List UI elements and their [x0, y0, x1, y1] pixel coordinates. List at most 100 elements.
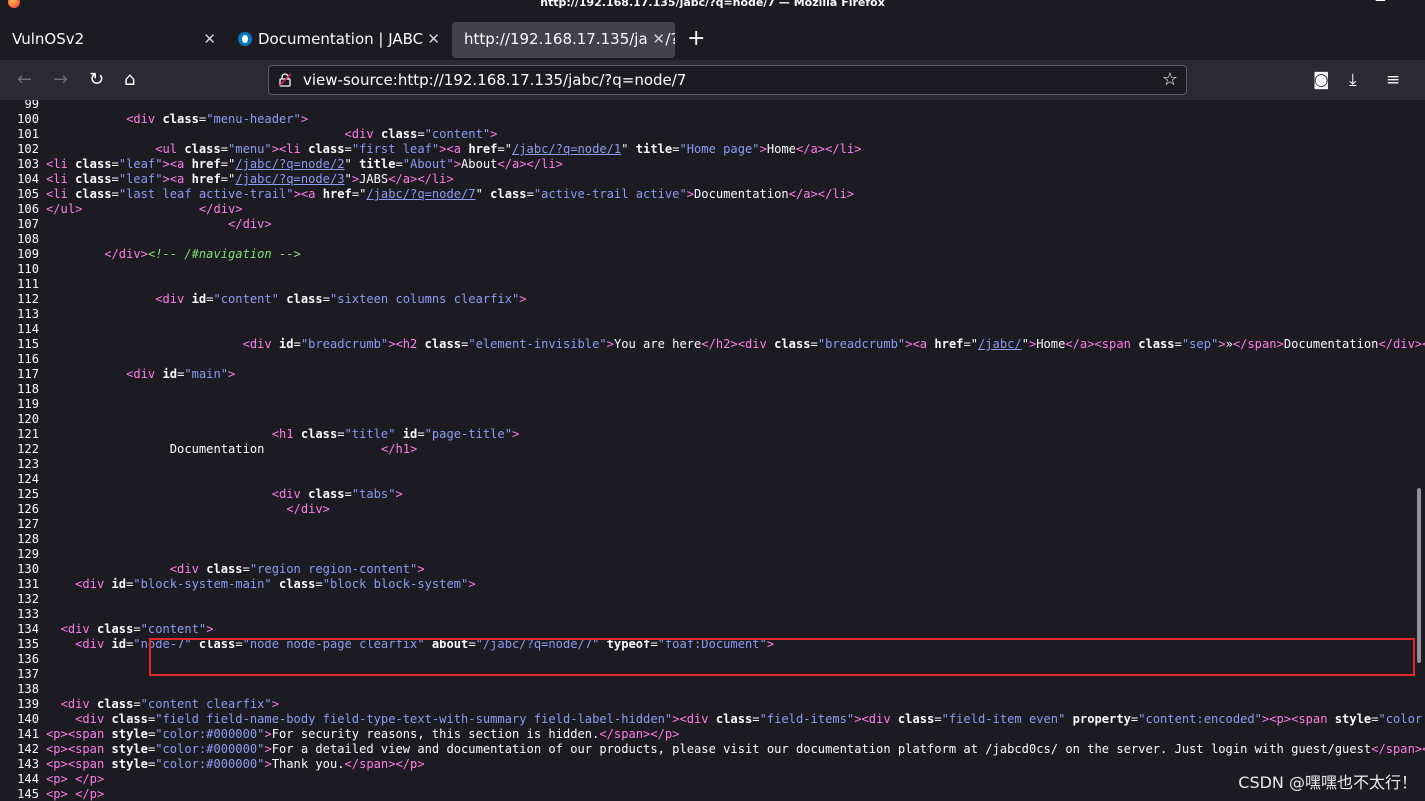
line-number: 142: [17, 742, 39, 756]
source-token: class: [96, 622, 134, 636]
source-token: </p>: [75, 787, 105, 801]
source-token: =: [395, 157, 403, 171]
source-token: <div: [126, 112, 156, 126]
source-token: <p><span: [46, 742, 105, 756]
source-token: For security reasons, this section is hi…: [271, 727, 600, 741]
line-number: 130: [17, 562, 39, 576]
source-line: 124: [0, 472, 46, 487]
source-token: ><a: [905, 337, 928, 351]
source-token: =": [351, 187, 367, 201]
tab-view-source[interactable]: http://192.168.17.135/jabc/?q ✕: [452, 22, 675, 58]
new-tab-button[interactable]: +: [687, 24, 705, 54]
source-token: =: [417, 127, 425, 141]
source-token: "last leaf active-trail": [118, 187, 294, 201]
source-line: 114: [0, 322, 46, 337]
source-token: </div>: [198, 202, 243, 216]
source-token: =: [322, 292, 330, 306]
source-token: style: [111, 742, 148, 756]
source-token: [90, 697, 97, 711]
source-line: 134 <div class="content">: [0, 622, 213, 637]
source-line: 132: [0, 592, 46, 607]
source-token: ": [1021, 337, 1029, 351]
source-token: </a></li>: [795, 142, 862, 156]
source-token: ><div: [672, 712, 709, 726]
line-number: 133: [17, 607, 39, 621]
source-token: [104, 757, 111, 771]
downloads-icon[interactable]: ⤓: [1349, 68, 1357, 92]
forward-button[interactable]: →: [53, 68, 68, 92]
line-number: 99: [24, 100, 39, 111]
source-token: "content": [213, 292, 279, 306]
home-button[interactable]: ⌂: [124, 68, 135, 92]
source-line: 110: [0, 262, 46, 277]
source-line: 103 <li class="leaf"><a href="/jabc/?q=no…: [0, 157, 563, 172]
source-token: class: [184, 142, 221, 156]
source-token: [46, 337, 243, 351]
source-line: 138: [0, 682, 46, 697]
bookmark-star-icon[interactable]: ☆: [1162, 69, 1178, 90]
source-link[interactable]: /jabc/?q=node/7: [366, 187, 475, 201]
source-token: <p>: [46, 772, 68, 786]
url-bar[interactable]: view-source:http://192.168.17.135/jabc/?…: [268, 65, 1187, 95]
source-token: "content": [140, 622, 207, 636]
source-token: =: [111, 187, 119, 201]
source-line: 123: [0, 457, 46, 472]
close-tab-icon[interactable]: ✕: [427, 20, 440, 58]
reload-button[interactable]: ↻: [89, 68, 104, 92]
line-number: 106: [17, 202, 39, 216]
source-link[interactable]: /jabc/?q=node/3: [235, 172, 344, 186]
source-token: =: [752, 712, 760, 726]
source-token: "breadcrumb": [300, 337, 389, 351]
close-tab-icon[interactable]: ✕: [203, 20, 216, 58]
source-token: <h1: [271, 427, 294, 441]
source-token: <li: [46, 187, 68, 201]
source-token: "title": [344, 427, 396, 441]
source-token: class: [424, 337, 462, 351]
source-token: >: [759, 142, 767, 156]
source-token: "breadcrumb": [817, 337, 906, 351]
view-source-content[interactable]: 99 100 <div class="menu-header"> 101 <div …: [0, 100, 1425, 801]
tab-documentation-jabc[interactable]: Documentation | JABC ✕: [226, 20, 450, 60]
source-token: [46, 112, 126, 126]
source-token: =: [344, 487, 352, 501]
source-line: 116: [0, 352, 46, 367]
source-token: >: [1218, 337, 1226, 351]
source-token: style: [111, 757, 148, 771]
vertical-scrollbar[interactable]: [1417, 488, 1421, 663]
source-line: 136: [0, 652, 46, 667]
source-link[interactable]: /jabc/?q=node/1: [512, 142, 621, 156]
source-token: [315, 187, 322, 201]
menu-hamburger-icon[interactable]: ≡: [1386, 68, 1400, 92]
source-token: id: [162, 367, 178, 381]
source-token: >: [490, 127, 498, 141]
source-token: class: [206, 562, 243, 576]
source-token: </a><span: [1065, 337, 1131, 351]
source-token: title: [359, 157, 396, 171]
source-token: "color:#000000": [155, 757, 265, 771]
source-token: class: [96, 697, 134, 711]
source-token: ": [344, 157, 360, 171]
source-token: >: [300, 112, 309, 126]
source-link[interactable]: /jabc/: [978, 337, 1022, 351]
source-token: =": [497, 142, 512, 156]
source-token: [104, 712, 111, 726]
tab-vulnosv2[interactable]: VulnOSv2 ✕: [0, 20, 226, 60]
back-button[interactable]: ←: [17, 68, 32, 92]
source-line: 133: [0, 607, 46, 622]
line-number: 143: [17, 757, 39, 771]
insecure-lock-icon[interactable]: [279, 73, 291, 87]
source-token: <p><span: [46, 757, 105, 771]
source-token: [1328, 712, 1335, 726]
source-link[interactable]: /jabc/?q=node/2: [235, 157, 344, 171]
source-token: </p>: [75, 772, 105, 786]
close-tab-icon[interactable]: ✕: [648, 22, 665, 56]
source-line: 130 <div class="region region-content">: [0, 562, 424, 577]
red-highlight-annotation: [149, 638, 1415, 676]
source-token: JABS: [359, 172, 389, 186]
pocket-icon[interactable]: ◙: [1313, 68, 1330, 92]
source-token: class: [111, 712, 148, 726]
line-number: 100: [17, 112, 39, 126]
line-number: 115: [17, 337, 39, 351]
line-number: 102: [17, 142, 39, 156]
line-number: 145: [17, 787, 39, 801]
